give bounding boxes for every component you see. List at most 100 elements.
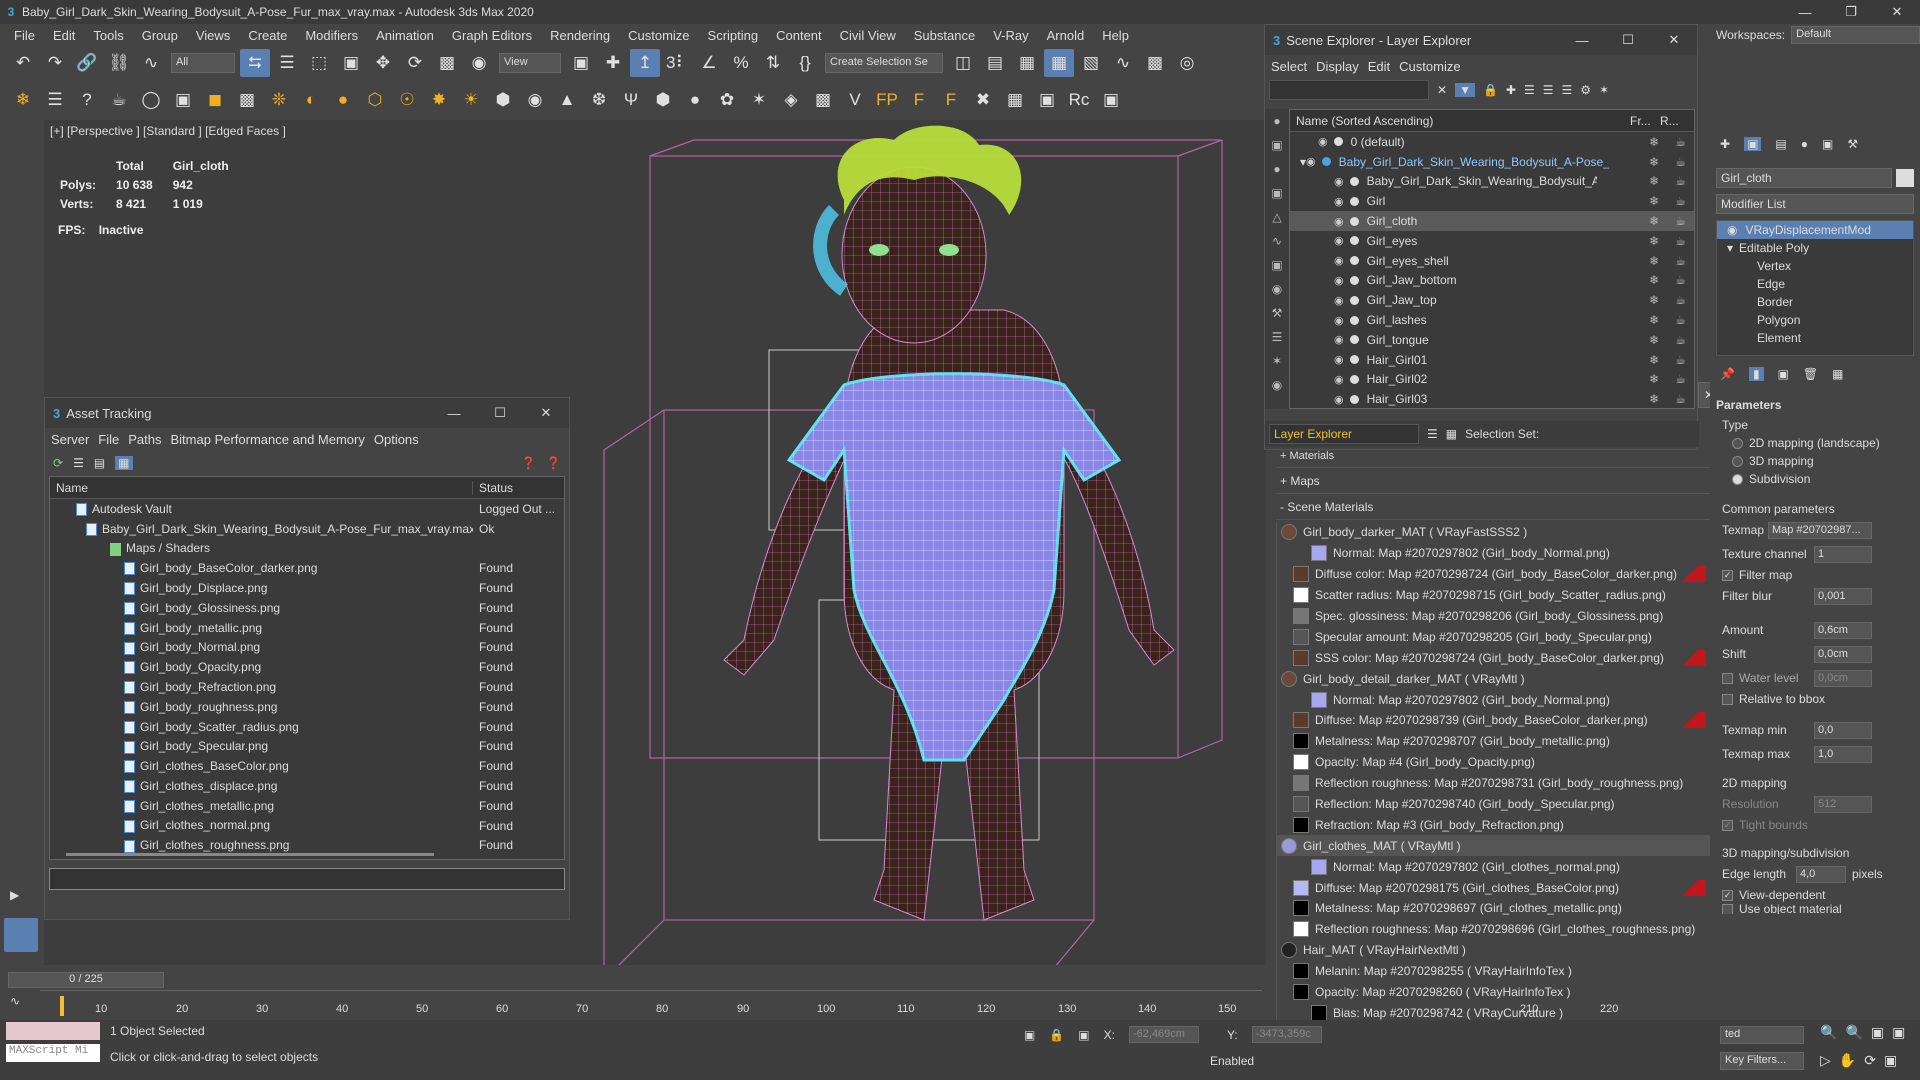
visibility-eye-icon[interactable]: ◉ [1334,234,1344,247]
visibility-eye-icon[interactable]: ◉ [1334,353,1344,366]
layer-explorer-dropdown[interactable]: Layer Explorer [1269,424,1419,444]
freeze-icon[interactable]: ❄ [1649,313,1659,327]
reference-coord-dropdown[interactable]: View [499,53,561,73]
sphere-light-icon[interactable]: ● [328,86,358,114]
visibility-eye-icon[interactable]: ◉ [1306,155,1316,168]
snap-3d-icon[interactable]: 3⠇ [662,49,692,77]
freeze-icon[interactable]: ❄ [1649,174,1659,188]
material-row[interactable]: Girl_clothes_MAT ( VRayMtl ) [1277,835,1710,857]
asset-row[interactable]: Girl_body_Specular.png Found [50,737,564,757]
fx-icon[interactable]: F [936,86,966,114]
table-icon[interactable]: ▦ [1000,86,1030,114]
box-icon[interactable]: ▣ [1032,86,1062,114]
select-by-name-icon[interactable]: ☰ [272,49,302,77]
pin-stack-icon[interactable]: 📌 [1720,367,1735,381]
map-row[interactable]: SSS color: Map #2070298724 (Girl_body_Ba… [1277,647,1710,668]
asset-row[interactable]: Girl_body_BaseColor_darker.png Found [50,558,564,578]
menu-animation[interactable]: Animation [368,28,444,43]
menu-rendering[interactable]: Rendering [542,28,620,43]
asset-row[interactable]: Girl_clothes_metallic.png Found [50,796,564,816]
menu-arnold[interactable]: Arnold [1039,28,1095,43]
help-icon[interactable]: ? [72,86,102,114]
scene-materials-rollout[interactable]: - Scene Materials [1276,494,1710,520]
maps-rollout[interactable]: + Maps [1276,468,1710,494]
teapot-icon[interactable]: ☕ [104,86,134,114]
rc-icon[interactable]: Rc [1064,86,1094,114]
parameters-title[interactable]: Parameters [1716,398,1914,416]
zoom-icon[interactable]: 🔍 [1820,1024,1837,1041]
selection-lock-icon[interactable]: 🔒 [1049,1028,1064,1042]
map-row[interactable]: Normal: Map #2070297802 (Girl_body_Norma… [1277,689,1710,710]
mirror-icon[interactable]: ◫ [948,49,978,77]
scene-row[interactable]: ◉ Hair_Girl01 ❄ ☕ [1290,350,1694,370]
material-editor-icon[interactable]: ◎ [1172,49,1202,77]
toggle-scene-explorer-icon[interactable]: ▦ [1012,49,1042,77]
filter-icon[interactable]: ▼ [1455,83,1475,97]
ambient-light-icon[interactable]: ✸ [424,86,454,114]
asset-row[interactable]: Girl_clothes_displace.png Found [50,776,564,796]
map-row[interactable]: Scatter radius: Map #2070298715 (Girl_bo… [1277,585,1710,606]
object-color-swatch[interactable] [1896,169,1914,187]
modifier-list-dropdown[interactable]: Modifier List [1716,194,1914,214]
stack-item[interactable]: Edge [1717,275,1913,293]
asset-row[interactable]: Girl_body_Displace.png Found [50,578,564,598]
maximize-icon[interactable]: ☐ [477,405,523,421]
placement-icon[interactable]: ◉ [464,49,494,77]
visibility-eye-icon[interactable]: ◉ [1334,195,1344,208]
stack-item[interactable]: ▾ Editable Poly [1717,239,1913,257]
tight-bounds-row[interactable]: ✓ Tight bounds [1716,816,1914,834]
layer-toggle-icon[interactable]: ☰ [1427,427,1438,441]
sunlight-icon[interactable]: ☀ [456,86,486,114]
freeze-icon[interactable]: ❄ [1649,234,1659,248]
use-object-material-checkbox[interactable] [1722,904,1733,914]
visibility-eye-icon[interactable]: ◉ [1334,274,1344,287]
water-level-checkbox[interactable] [1722,672,1733,684]
pan-icon[interactable]: ✋ [1839,1052,1856,1069]
camera-icon[interactable]: ▩ [232,86,262,114]
render-teapot-icon[interactable]: ☕ [1675,174,1686,188]
lock-icon[interactable]: 🔒 [1483,83,1498,97]
render-teapot-icon[interactable]: ☕ [1675,392,1686,406]
minimize-icon[interactable]: — [431,406,477,421]
undo-icon[interactable]: ↶ [8,49,38,77]
asset-menu-server[interactable]: Server [51,432,98,447]
map-row[interactable]: Opacity: Map #4 (Girl_body_Opacity.png) [1277,752,1710,773]
relative-bbox-row[interactable]: Relative to bbox [1716,690,1914,708]
render-teapot-icon[interactable]: ☕ [1675,194,1686,208]
scene-row[interactable]: ◉ Girl_tongue ❄ ☕ [1290,330,1694,350]
render-teapot-icon[interactable]: ☕ [1675,214,1686,228]
horizontal-scrollbar[interactable] [66,853,434,856]
menu-scripting[interactable]: Scripting [700,28,769,43]
table-view-icon[interactable]: ▦ [115,456,133,470]
material-row[interactable]: Hair_MAT ( VRayHairNextMtl ) [1277,940,1710,961]
maxscript-input[interactable]: MAXScript Mi [6,1044,100,1062]
link-icon[interactable]: 🔗 [72,49,102,77]
explorer-menu-edit[interactable]: Edit [1368,59,1399,74]
map-row[interactable]: Normal: Map #2070297802 (Girl_clothes_no… [1277,856,1710,877]
tight-bounds-checkbox[interactable]: ✓ [1722,819,1733,831]
render-icon[interactable]: ◯ [136,86,166,114]
vray-logo-icon[interactable]: V [840,86,870,114]
bind-space-warp-icon[interactable]: ∿ [136,49,166,77]
menu-civil-view[interactable]: Civil View [832,28,906,43]
render-teapot-icon[interactable]: ☕ [1675,135,1686,149]
visibility-eye-icon[interactable]: ◉ [1334,294,1344,307]
render-teapot-icon[interactable]: ☕ [1675,234,1686,248]
vray-fur-icon[interactable]: Ψ [616,86,646,114]
add-to-layer-icon[interactable]: ☰ [1524,83,1535,97]
map-row[interactable]: Melanin: Map #2070298255 ( VRayHairInfoT… [1277,961,1710,982]
freeze-icon[interactable]: ❄ [1649,353,1659,367]
radio-subdivision[interactable] [1732,473,1743,485]
menu-create[interactable]: Create [240,28,297,43]
visibility-eye-icon[interactable]: ◉ [1334,373,1344,386]
list-view-icon[interactable]: ☰ [73,456,84,470]
ies-light-icon[interactable]: ☉ [392,86,422,114]
stack-item[interactable]: Border [1717,293,1913,311]
toggle-ribbon-icon[interactable]: ▧ [1076,49,1106,77]
sphere-icon[interactable]: ◉ [520,86,550,114]
visibility-eye-icon[interactable]: ◉ [1334,314,1344,327]
asset-row[interactable]: Girl_body_Refraction.png Found [50,677,564,697]
asset-row[interactable]: Autodesk Vault Logged Out ... [50,499,564,519]
plane-icon[interactable]: ▲ [552,86,582,114]
view-dependent-row[interactable]: ✓ View-dependent [1716,886,1914,904]
